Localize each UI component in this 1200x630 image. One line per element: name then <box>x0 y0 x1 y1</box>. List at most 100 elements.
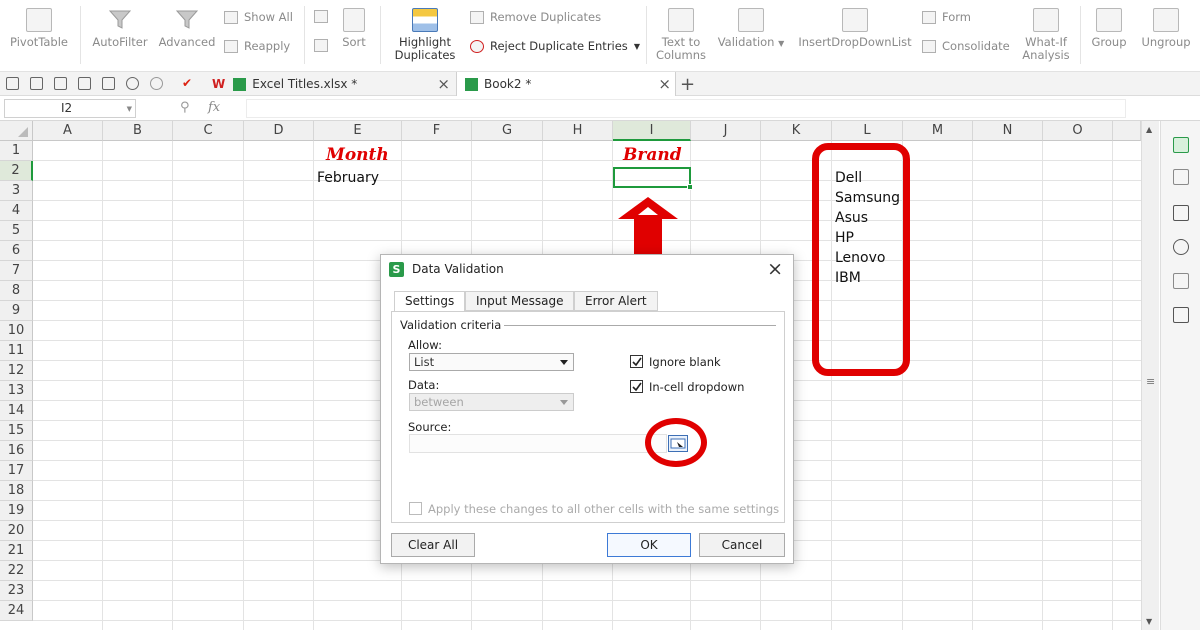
row-header[interactable]: 7 <box>0 261 33 281</box>
sort-button[interactable]: Sort <box>336 8 372 49</box>
comment-icon[interactable] <box>1173 239 1189 255</box>
column-header[interactable]: B <box>103 121 173 141</box>
undo-icon[interactable] <box>126 77 139 90</box>
allow-select[interactable]: List <box>409 353 574 371</box>
document-pane-icon[interactable] <box>1173 273 1189 289</box>
scroll-up-icon[interactable]: ▲ <box>1146 125 1152 134</box>
convert-icon[interactable] <box>1173 169 1189 185</box>
row-header[interactable]: 9 <box>0 301 33 321</box>
vertical-scrollbar[interactable]: ▲ ≡ ▼ <box>1141 121 1159 630</box>
zoom-icon[interactable]: ⚲ <box>180 100 190 115</box>
row-header[interactable]: 14 <box>0 401 33 421</box>
column-header[interactable]: L <box>832 121 903 141</box>
scroll-down-icon[interactable]: ▼ <box>1146 617 1152 626</box>
dialog-close-icon[interactable]: × <box>767 258 783 280</box>
column-header[interactable]: N <box>973 121 1043 141</box>
pivottable-button[interactable]: PivotTable <box>8 8 70 49</box>
row-header[interactable]: 19 <box>0 501 33 521</box>
print-icon[interactable] <box>78 77 91 90</box>
column-header[interactable]: G <box>472 121 543 141</box>
sort-ascending-button[interactable] <box>314 10 334 23</box>
name-box[interactable]: I2 ▼ <box>4 99 136 118</box>
ignore-blank-checkbox[interactable] <box>630 355 643 368</box>
row-header[interactable]: 16 <box>0 441 33 461</box>
reject-duplicates-button[interactable]: Reject Duplicate Entries ▼ <box>470 39 640 53</box>
column-header[interactable]: M <box>903 121 973 141</box>
column-header[interactable]: J <box>691 121 761 141</box>
tab-excel-titles[interactable]: W Excel Titles.xlsx * × <box>204 72 454 96</box>
open-folder-icon[interactable] <box>6 77 19 90</box>
month-value-cell[interactable]: February <box>317 170 379 186</box>
row-header[interactable]: 11 <box>0 341 33 361</box>
clear-all-button[interactable]: Clear All <box>391 533 475 557</box>
export-icon[interactable] <box>54 77 67 90</box>
column-header[interactable]: F <box>402 121 472 141</box>
row-header[interactable]: 23 <box>0 581 33 601</box>
tab-book2[interactable]: Book2 * × <box>456 72 676 96</box>
form-button[interactable]: Form <box>922 10 971 24</box>
tab-input-message[interactable]: Input Message <box>465 291 575 311</box>
source-input[interactable] <box>409 434 667 453</box>
select-all-corner[interactable] <box>0 121 33 141</box>
redo-icon[interactable] <box>150 77 163 90</box>
scroll-thumb-icon[interactable]: ≡ <box>1146 375 1155 388</box>
row-header[interactable]: 6 <box>0 241 33 261</box>
print-preview-icon[interactable] <box>102 77 115 90</box>
fx-icon[interactable]: fx <box>208 100 220 115</box>
fill-handle[interactable] <box>687 184 693 190</box>
close-tab-icon[interactable]: × <box>658 75 671 93</box>
column-header[interactable]: O <box>1043 121 1113 141</box>
row-header[interactable]: 20 <box>0 521 33 541</box>
sort-descending-button[interactable] <box>314 39 334 52</box>
row-header[interactable]: 8 <box>0 281 33 301</box>
show-all-button[interactable]: Show All <box>224 10 293 24</box>
save-icon[interactable] <box>30 77 43 90</box>
in-cell-dropdown-checkbox[interactable] <box>630 380 643 393</box>
row-header[interactable]: 21 <box>0 541 33 561</box>
advanced-filter-button[interactable]: Advanced <box>156 8 218 49</box>
select-pane-icon[interactable] <box>1173 205 1189 221</box>
selected-cell-i2[interactable] <box>613 167 693 190</box>
what-if-analysis-button[interactable]: What-If Analysis <box>1018 8 1074 62</box>
new-tab-button[interactable]: + <box>680 72 695 96</box>
column-header[interactable]: E <box>314 121 402 141</box>
text-to-columns-button[interactable]: Text to Columns <box>652 8 710 62</box>
ok-button[interactable]: OK <box>607 533 691 557</box>
tab-error-alert[interactable]: Error Alert <box>574 291 658 311</box>
reapply-button[interactable]: Reapply <box>224 39 290 53</box>
row-header[interactable]: 15 <box>0 421 33 441</box>
row-header[interactable]: 17 <box>0 461 33 481</box>
formula-input[interactable] <box>246 99 1126 118</box>
column-header[interactable]: A <box>33 121 103 141</box>
backup-icon[interactable] <box>1173 307 1189 323</box>
column-header[interactable]: D <box>244 121 314 141</box>
row-header[interactable]: 13 <box>0 381 33 401</box>
consolidate-button[interactable]: Consolidate <box>922 39 1010 53</box>
ungroup-button[interactable]: Ungroup <box>1136 8 1196 49</box>
insert-dropdown-list-button[interactable]: InsertDropDownList <box>796 8 914 49</box>
row-header[interactable]: 10 <box>0 321 33 341</box>
row-header[interactable]: 3 <box>0 181 33 201</box>
row-header[interactable]: 1 <box>0 141 33 161</box>
column-header[interactable]: H <box>543 121 613 141</box>
row-header[interactable]: 5 <box>0 221 33 241</box>
group-button[interactable]: Group <box>1086 8 1132 49</box>
column-header[interactable]: C <box>173 121 244 141</box>
autofilter-button[interactable]: AutoFilter <box>88 8 152 49</box>
close-tab-icon[interactable]: × <box>437 75 450 93</box>
row-header[interactable]: 22 <box>0 561 33 581</box>
column-header[interactable]: K <box>761 121 832 141</box>
cancel-button[interactable]: Cancel <box>699 533 785 557</box>
validation-button[interactable]: Validation ▼ <box>714 8 788 50</box>
apply-all-checkbox[interactable] <box>409 502 422 515</box>
row-header[interactable]: 24 <box>0 601 33 621</box>
customize-toolbar-icon[interactable]: ✔ <box>182 77 195 90</box>
remove-duplicates-button[interactable]: Remove Duplicates <box>470 10 601 24</box>
column-header[interactable]: I <box>613 121 691 141</box>
tab-settings[interactable]: Settings <box>394 291 466 312</box>
row-header[interactable]: 2 <box>0 161 33 181</box>
row-header[interactable]: 12 <box>0 361 33 381</box>
row-header[interactable]: 18 <box>0 481 33 501</box>
highlight-duplicates-button[interactable]: Highlight Duplicates <box>388 8 462 62</box>
sheet-pane-icon[interactable] <box>1173 137 1189 153</box>
